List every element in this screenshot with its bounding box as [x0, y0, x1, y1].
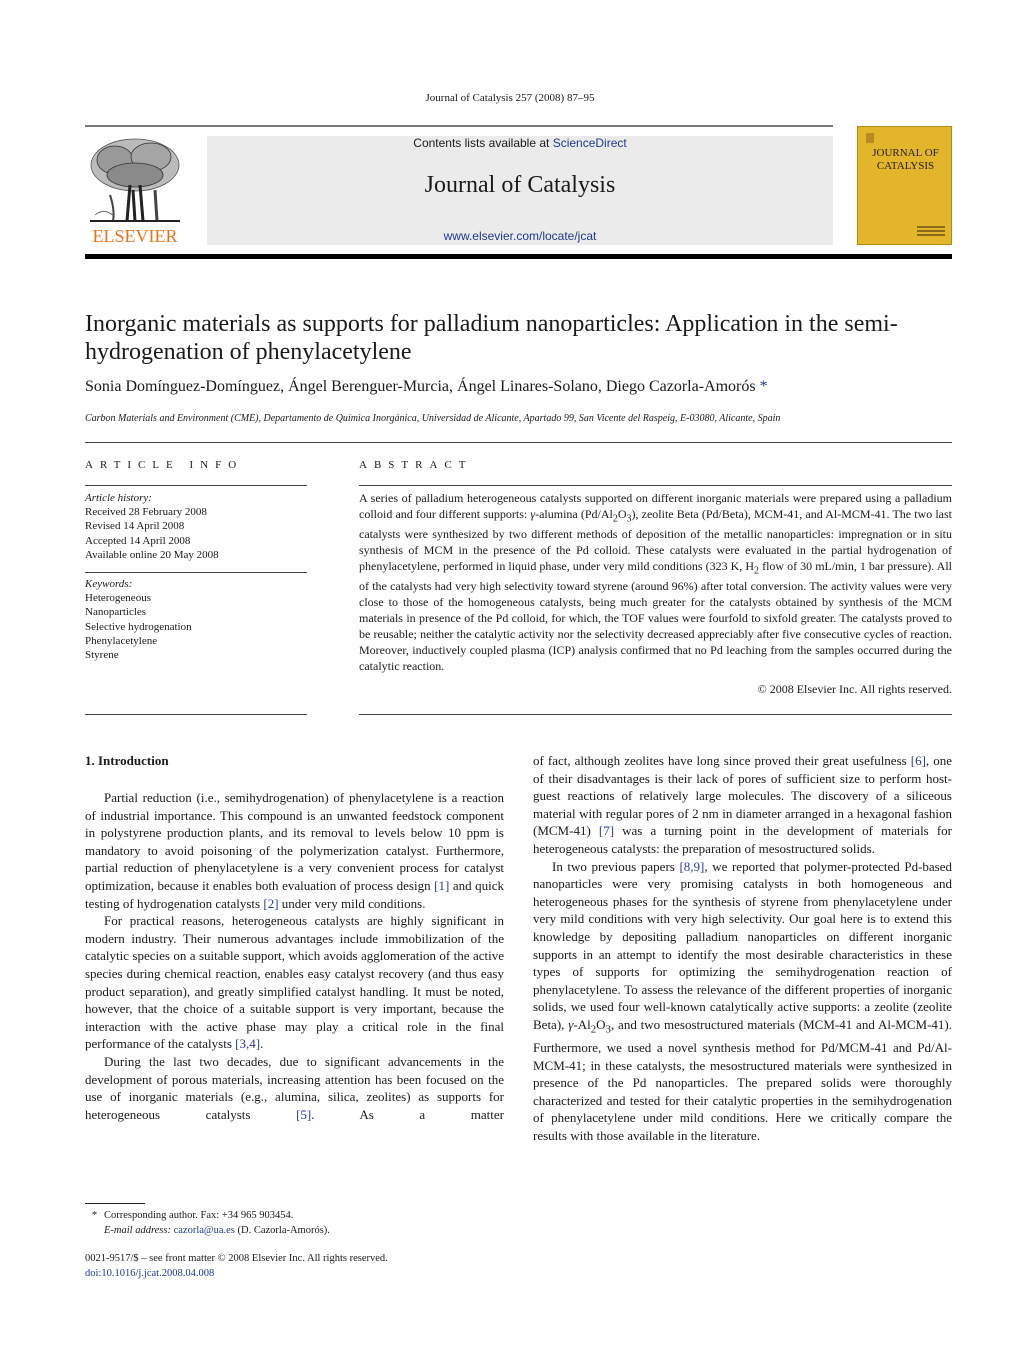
paragraph: In two previous papers [8,9], we reporte…	[533, 858, 952, 1144]
citation-link[interactable]: [1]	[434, 878, 449, 893]
cover-title-line: CATALYSIS	[876, 160, 935, 172]
corresponding-author-marker[interactable]: *	[760, 378, 768, 395]
keyword: Styrene	[85, 649, 119, 662]
citation-link[interactable]: [3,4]	[235, 1036, 260, 1051]
contents-line: Contents lists available at ScienceDirec…	[207, 136, 833, 150]
citation-link[interactable]: [6]	[911, 753, 926, 768]
paragraph: During the last two decades, due to sign…	[85, 1053, 504, 1122]
keyword: Nanoparticles	[85, 606, 147, 619]
doi-link[interactable]: doi:10.1016/j.jcat.2008.04.008	[85, 1266, 505, 1281]
divider	[85, 714, 307, 715]
citation-link[interactable]: [7]	[599, 823, 614, 838]
keywords: Keywords: Heterogeneous Nanoparticles Se…	[85, 577, 307, 662]
email-label: E-mail address:	[104, 1225, 171, 1236]
paragraph: Partial reduction (i.e., semihydrogenati…	[85, 790, 504, 911]
history-item: Received 28 February 2008	[85, 506, 207, 519]
keyword: Heterogeneous	[85, 592, 151, 605]
running-head: Journal of Catalysis 257 (2008) 87–95	[425, 92, 595, 104]
authors: Sonia Domínguez-Domínguez, Ángel Berengu…	[85, 378, 756, 395]
paragraph: of fact, although zeolites have long sin…	[533, 753, 952, 856]
header-thick-rule	[85, 254, 952, 259]
citation-link[interactable]: [8,9]	[679, 859, 704, 874]
keyword: Selective hydrogenation	[85, 620, 192, 633]
cover-footer-marks	[917, 226, 945, 240]
issn-line: 0021-9517/$ – see front matter © 2008 El…	[85, 1253, 388, 1264]
author-list: Sonia Domínguez-Domínguez, Ángel Berengu…	[85, 378, 952, 396]
body-column-left: Partial reduction (i.e., semihydrogenati…	[85, 789, 504, 1123]
elsevier-logo[interactable]: ELSEVIER	[85, 135, 185, 247]
history-item: Revised 14 April 2008	[85, 520, 185, 533]
divider	[85, 442, 952, 443]
paragraph: For practical reasons, heterogeneous cat…	[85, 913, 504, 1052]
history-item: Accepted 14 April 2008	[85, 534, 191, 547]
header-rule	[85, 125, 833, 127]
abstract-text: A series of palladium heterogeneous cata…	[359, 491, 953, 673]
contents-prefix: Contents lists available at	[413, 136, 553, 150]
cover-title-line: JOURNAL OF	[872, 147, 939, 159]
tree-icon	[90, 138, 180, 222]
keywords-label: Keywords:	[85, 578, 133, 590]
divider	[85, 572, 307, 573]
divider	[359, 714, 952, 715]
email-suffix: (D. Cazorla-Amorós).	[234, 1225, 330, 1236]
article-history: Article history: Received 28 February 20…	[85, 491, 307, 562]
footnote-rule	[85, 1203, 145, 1204]
publisher-wordmark: ELSEVIER	[92, 226, 178, 246]
divider	[85, 485, 307, 486]
sciencedirect-link[interactable]: ScienceDirect	[553, 136, 627, 150]
keyword: Phenylacetylene	[85, 634, 158, 647]
divider	[359, 485, 952, 486]
front-matter: 0021-9517/$ – see front matter © 2008 El…	[85, 1251, 505, 1281]
journal-title: Journal of Catalysis	[424, 172, 616, 198]
article-title: Inorganic materials as supports for pall…	[85, 311, 898, 365]
abstract-copyright: © 2008 Elsevier Inc. All rights reserved…	[757, 682, 952, 696]
history-label: Article history:	[85, 492, 152, 504]
section-heading: 1. Introduction	[85, 753, 169, 768]
citation-link[interactable]: [5]	[296, 1107, 311, 1122]
history-item: Available online 20 May 2008	[85, 548, 219, 561]
affiliation: Carbon Materials and Environment (CME), …	[85, 413, 781, 424]
corresponding-author-note: Corresponding author. Fax: +34 965 90345…	[104, 1210, 294, 1221]
cover-title: JOURNAL OF CATALYSIS	[858, 147, 953, 173]
footnote-marker: *	[91, 1210, 98, 1221]
email-link[interactable]: cazorla@ua.es	[174, 1225, 235, 1236]
journal-cover[interactable]: JOURNAL OF CATALYSIS	[857, 126, 952, 245]
abstract-heading: ABSTRACT	[359, 459, 473, 471]
footnote: * Corresponding author. Fax: +34 965 9034…	[85, 1208, 505, 1238]
citation-link[interactable]: [2]	[263, 896, 278, 911]
cover-publisher-icon	[866, 133, 874, 143]
journal-url-link[interactable]: www.elsevier.com/locate/jcat	[207, 229, 833, 243]
masthead: Contents lists available at ScienceDirec…	[207, 136, 833, 245]
article-info-heading: ARTICLE INFO	[85, 459, 244, 471]
body-column-right: of fact, although zeolites have long sin…	[533, 752, 952, 1145]
